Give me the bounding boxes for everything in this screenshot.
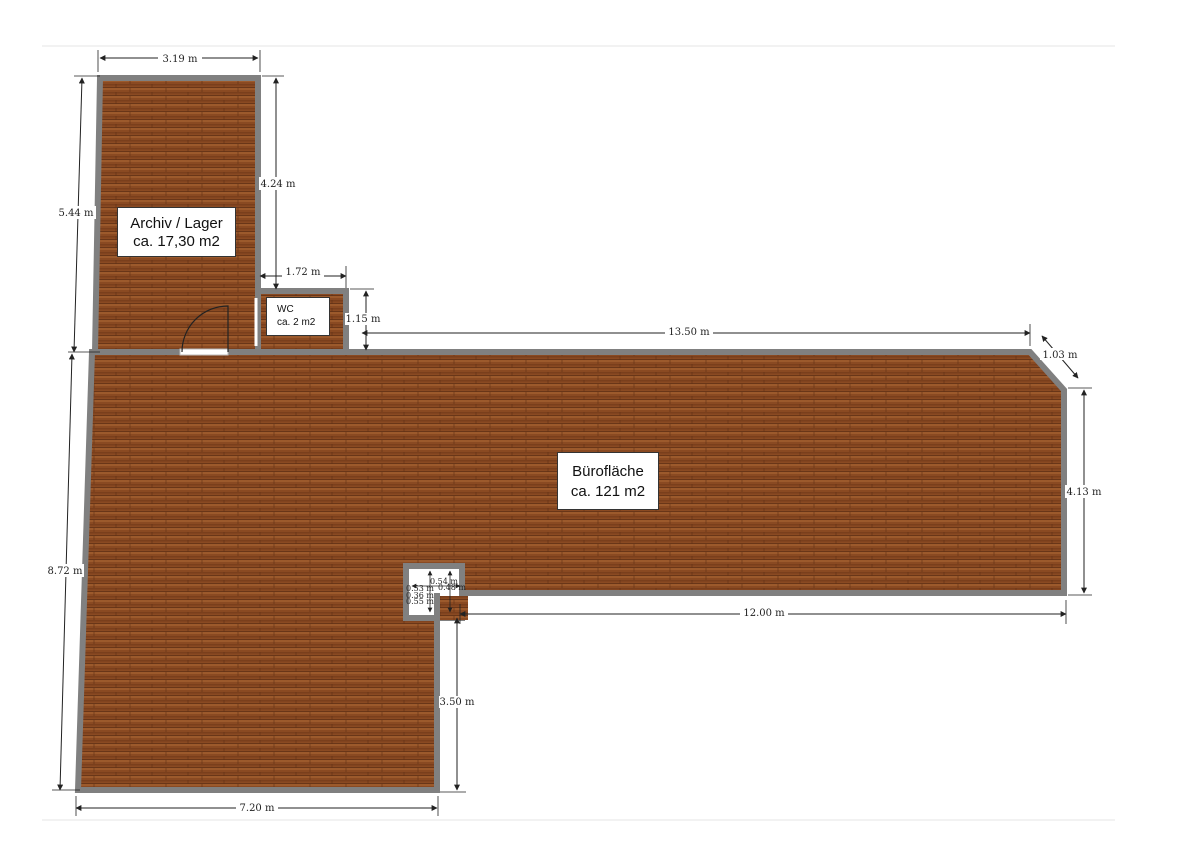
dim-bottom-width: 7.20 m	[240, 803, 275, 814]
buero-room-area: ca. 121 m2	[570, 483, 646, 500]
dim-lower-step: 12.00 m	[743, 608, 785, 619]
buero-room-label: Bürofläche ca. 121 m2	[557, 452, 659, 510]
archiv-room-area: ca. 17,30 m2	[133, 233, 220, 250]
buero-room-floor	[74, 349, 1067, 793]
dim-archiv-width: 3.19 m	[163, 54, 198, 65]
archiv-room-name: Archiv / Lager	[130, 215, 223, 232]
wc-room-area: ca. 2 m2	[277, 317, 316, 328]
dim-wc-height: 1.15 m	[346, 314, 381, 325]
dim-wc-width: 1.72 m	[286, 267, 321, 278]
wc-room-name: WC	[277, 304, 294, 315]
dim-top-length: 13.50 m	[668, 327, 710, 338]
dim-archiv-height-left: 5.44 m	[59, 208, 94, 219]
archiv-door-opening	[179, 348, 229, 356]
buero-room-name: Bürofläche	[572, 463, 644, 480]
dim-archiv-height-right: 4.24 m	[261, 179, 296, 190]
dim-right-height: 4.13 m	[1067, 487, 1102, 498]
dim-niche-e: 0.55 m	[406, 597, 434, 606]
dim-lower-right-height: 3.50 m	[440, 697, 475, 708]
dim-niche-c: 0.48 m	[438, 583, 466, 592]
floor-plan: 3.19 m 5.44 m 4.24 m 1.72 m 1.15 m 13.50…	[42, 45, 1115, 821]
wc-room-label: WC ca. 2 m2	[266, 297, 330, 336]
archiv-room-label: Archiv / Lager ca. 17,30 m2	[117, 207, 236, 257]
dim-left-height: 8.72 m	[48, 566, 83, 577]
dim-corner-chamfer: 1.03 m	[1043, 350, 1078, 361]
